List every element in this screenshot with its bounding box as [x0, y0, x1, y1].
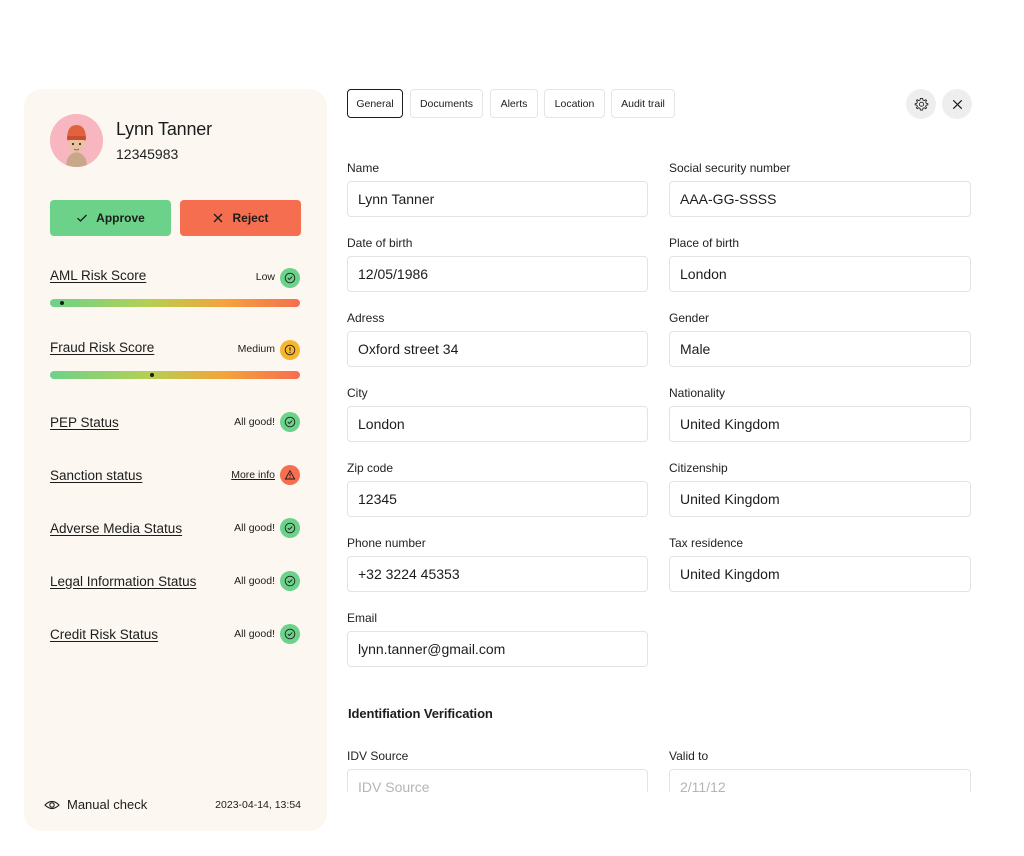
pob-label: Place of birth [669, 236, 740, 250]
manual-check-label: Manual check [67, 797, 148, 812]
idv-section-title: Identifiation Verification [348, 706, 493, 721]
email-field[interactable] [347, 631, 648, 667]
dob-field[interactable] [347, 256, 648, 292]
address-label: Adress [347, 311, 385, 325]
manual-check-button[interactable]: Manual check [44, 797, 147, 812]
citizenship-label: Citizenship [669, 461, 728, 475]
phone-field[interactable] [347, 556, 648, 592]
idv-source-field[interactable] [347, 769, 648, 792]
pob-field[interactable] [669, 256, 971, 292]
gender-field[interactable] [669, 331, 971, 367]
nationality-label: Nationality [669, 386, 726, 400]
nationality-field[interactable] [669, 406, 971, 442]
email-label: Email [347, 611, 378, 625]
ssn-field[interactable] [669, 181, 971, 217]
name-field[interactable] [347, 181, 648, 217]
citizenship-field[interactable] [669, 481, 971, 517]
address-field[interactable] [347, 331, 648, 367]
phone-label: Phone number [347, 536, 426, 550]
valid-to-field[interactable] [669, 769, 971, 792]
valid-to-label: Valid to [669, 749, 709, 763]
tax-residence-field[interactable] [669, 556, 971, 592]
gender-label: Gender [669, 311, 710, 325]
name-label: Name [347, 161, 380, 175]
general-form: Name Social security number Date of birt… [0, 0, 1024, 792]
dob-label: Date of birth [347, 236, 413, 250]
city-field[interactable] [347, 406, 648, 442]
zip-field[interactable] [347, 481, 648, 517]
zip-label: Zip code [347, 461, 394, 475]
ssn-label: Social security number [669, 161, 791, 175]
eye-icon [44, 800, 60, 809]
tax-residence-label: Tax residence [669, 536, 744, 550]
city-label: City [347, 386, 368, 400]
check-timestamp: 2023-04-14, 13:54 [215, 799, 301, 811]
idv-source-label: IDV Source [347, 749, 409, 763]
